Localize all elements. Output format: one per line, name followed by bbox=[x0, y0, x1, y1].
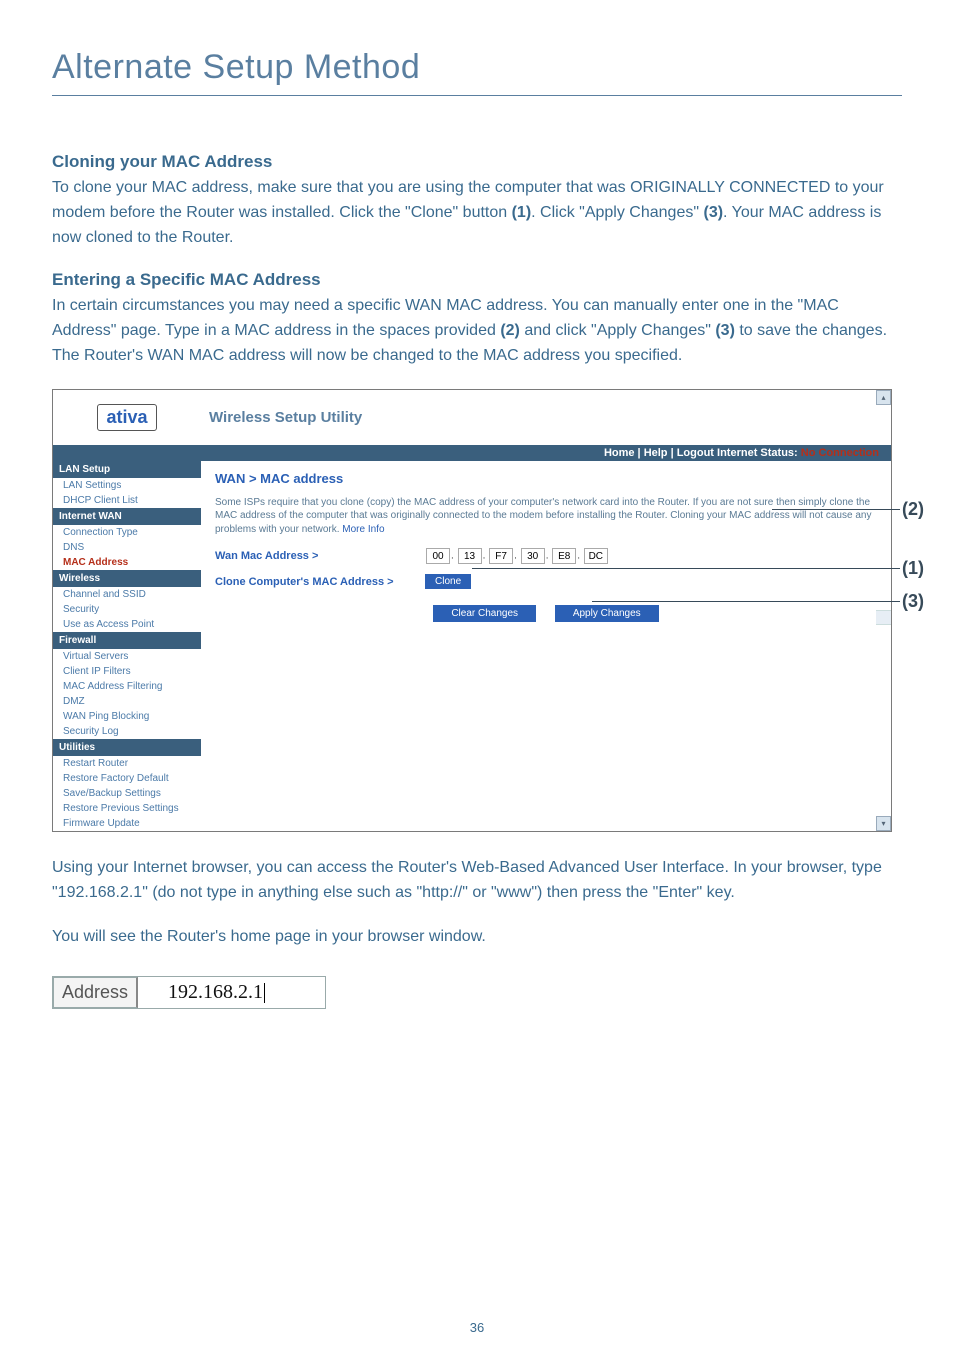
mac-field-3[interactable] bbox=[521, 548, 545, 564]
nav-seclog[interactable]: Security Log bbox=[53, 724, 201, 739]
mac-inputs: . . . . . bbox=[425, 548, 609, 564]
nav-restore[interactable]: Restore Previous Settings bbox=[53, 801, 201, 816]
content-desc: Some ISPs require that you clone (copy) … bbox=[215, 496, 877, 537]
nav-mac-address[interactable]: MAC Address bbox=[53, 555, 201, 570]
brand-logo: ativa bbox=[97, 404, 156, 431]
scroll-down-icon[interactable]: ▾ bbox=[876, 816, 891, 831]
utility-title: Wireless Setup Utility bbox=[201, 390, 891, 445]
status-links[interactable]: Home | Help | Logout Internet Status: bbox=[604, 447, 798, 459]
s1-b2: (3) bbox=[703, 204, 723, 221]
apply-changes-button[interactable]: Apply Changes bbox=[555, 605, 659, 622]
text-cursor-icon bbox=[264, 983, 265, 1003]
cat-utilities: Utilities bbox=[53, 739, 201, 756]
nav-dhcp[interactable]: DHCP Client List bbox=[53, 493, 201, 508]
clear-changes-button[interactable]: Clear Changes bbox=[433, 605, 536, 622]
ui-body: LAN Setup LAN Settings DHCP Client List … bbox=[53, 461, 891, 831]
page-title: Alternate Setup Method bbox=[52, 48, 902, 96]
s2-b2: (3) bbox=[715, 322, 735, 339]
clone-button[interactable]: Clone bbox=[425, 574, 471, 589]
ui-header: ativa Wireless Setup Utility bbox=[53, 390, 891, 445]
cat-wireless: Wireless bbox=[53, 570, 201, 587]
nav-vs[interactable]: Virtual Servers bbox=[53, 649, 201, 664]
section1-heading: Cloning your MAC Address bbox=[52, 152, 902, 172]
wan-mac-row: Wan Mac Address > . . . . . bbox=[215, 548, 877, 564]
address-value[interactable]: 192.168.2.1 bbox=[138, 977, 325, 1008]
page-number: 36 bbox=[0, 1320, 954, 1335]
cat-wan: Internet WAN bbox=[53, 508, 201, 525]
status-bar: Home | Help | Logout Internet Status: No… bbox=[53, 445, 891, 461]
callout-2: (2) bbox=[902, 499, 924, 520]
wan-mac-label: Wan Mac Address > bbox=[215, 550, 425, 562]
mac-field-2[interactable] bbox=[489, 548, 513, 564]
mac-field-5[interactable] bbox=[584, 548, 608, 564]
cat-lan: LAN Setup bbox=[53, 461, 201, 478]
sidebar: LAN Setup LAN Settings DHCP Client List … bbox=[53, 461, 201, 831]
s2-p2: and click "Apply Changes" bbox=[520, 322, 715, 339]
mac-field-1[interactable] bbox=[458, 548, 482, 564]
scroll-up-icon[interactable]: ▴ bbox=[876, 390, 891, 405]
nav-ap[interactable]: Use as Access Point bbox=[53, 617, 201, 632]
nav-conn-type[interactable]: Connection Type bbox=[53, 525, 201, 540]
section1-body: To clone your MAC address, make sure tha… bbox=[52, 176, 902, 250]
nav-channel[interactable]: Channel and SSID bbox=[53, 587, 201, 602]
nav-restart[interactable]: Restart Router bbox=[53, 756, 201, 771]
section2-heading: Entering a Specific MAC Address bbox=[52, 270, 902, 290]
desc-text: Some ISPs require that you clone (copy) … bbox=[215, 497, 871, 535]
clone-row: Clone Computer's MAC Address > Clone bbox=[215, 574, 877, 589]
callout-1: (1) bbox=[902, 558, 924, 579]
s1-b1: (1) bbox=[512, 204, 532, 221]
nav-dns[interactable]: DNS bbox=[53, 540, 201, 555]
paragraph-3: Using your Internet browser, you can acc… bbox=[52, 856, 902, 906]
content-pane: WAN > MAC address Some ISPs require that… bbox=[201, 461, 891, 831]
address-label: Address bbox=[53, 977, 138, 1008]
s1-p2: . Click "Apply Changes" bbox=[531, 204, 703, 221]
nav-cip[interactable]: Client IP Filters bbox=[53, 664, 201, 679]
callout-3: (3) bbox=[902, 591, 924, 612]
section2-body: In certain circumstances you may need a … bbox=[52, 294, 902, 368]
nav-backup[interactable]: Save/Backup Settings bbox=[53, 786, 201, 801]
nav-security[interactable]: Security bbox=[53, 602, 201, 617]
button-row: Clear Changes Apply Changes bbox=[215, 605, 877, 622]
address-bar: Address 192.168.2.1 bbox=[52, 976, 326, 1009]
nav-dmz[interactable]: DMZ bbox=[53, 694, 201, 709]
status-value: No Connection bbox=[801, 447, 879, 459]
content-breadcrumb: WAN > MAC address bbox=[215, 471, 877, 486]
nav-lan-settings[interactable]: LAN Settings bbox=[53, 478, 201, 493]
callout-line-1 bbox=[472, 568, 900, 569]
s2-b1: (2) bbox=[500, 322, 520, 339]
nav-firmware[interactable]: Firmware Update bbox=[53, 816, 201, 831]
nav-factory[interactable]: Restore Factory Default bbox=[53, 771, 201, 786]
more-info-link[interactable]: More Info bbox=[342, 524, 384, 535]
paragraph-4: You will see the Router's home page in y… bbox=[52, 925, 902, 950]
router-screenshot: ▴ ativa Wireless Setup Utility Home | He… bbox=[52, 389, 902, 832]
clone-label: Clone Computer's MAC Address > bbox=[215, 576, 425, 588]
logo-cell: ativa bbox=[53, 390, 201, 445]
cat-firewall: Firewall bbox=[53, 632, 201, 649]
mac-field-4[interactable] bbox=[552, 548, 576, 564]
router-ui: ▴ ativa Wireless Setup Utility Home | He… bbox=[52, 389, 892, 832]
nav-macf[interactable]: MAC Address Filtering bbox=[53, 679, 201, 694]
mac-field-0[interactable] bbox=[426, 548, 450, 564]
callout-line-3 bbox=[592, 601, 900, 602]
scroll-thumb[interactable] bbox=[876, 610, 891, 625]
callout-line-2 bbox=[772, 509, 900, 510]
nav-ping[interactable]: WAN Ping Blocking bbox=[53, 709, 201, 724]
